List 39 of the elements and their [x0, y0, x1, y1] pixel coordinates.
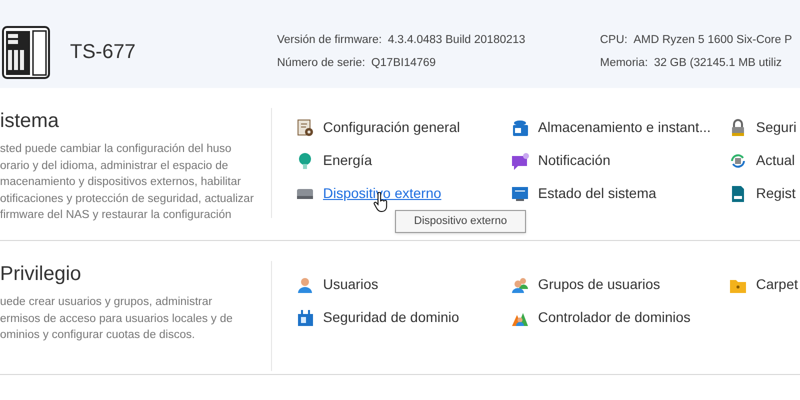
settings-link[interactable]: Grupos de usuarios	[538, 274, 660, 295]
info-label: Versión de firmware:	[277, 32, 382, 48]
settings-link[interactable]: Actual	[756, 150, 795, 171]
user-group-icon	[511, 276, 529, 294]
device-model: TS-677	[70, 40, 137, 65]
gear-document-icon	[296, 118, 314, 136]
settings-link[interactable]: Controlador de dominios	[538, 307, 691, 328]
settings-link[interactable]: Carpet	[756, 274, 798, 295]
settings-link[interactable]: Seguri	[756, 117, 796, 138]
log-file-icon	[729, 184, 747, 202]
settings-link[interactable]: Usuarios	[323, 274, 378, 295]
settings-link[interactable]: Dispositivo externo	[323, 183, 442, 204]
info-value: AMD Ryzen 5 1600 Six-Core P	[633, 32, 792, 48]
info-value: 32 GB (32145.1 MB utiliz	[654, 56, 782, 71]
info-label: CPU:	[600, 32, 628, 48]
info-value: 4.3.4.0483 Build 20180213	[388, 32, 526, 48]
settings-link[interactable]: Notificación	[538, 150, 610, 171]
lock-icon	[729, 118, 747, 136]
section-description: uede crear usuarios y grupos, administrar ermisos de acceso para usuarios locales y de ominios y configurar cuotas de discos.	[0, 295, 234, 343]
lightbulb-icon	[296, 152, 314, 170]
settings-link[interactable]: Regist	[756, 183, 796, 204]
settings-link[interactable]: Configuración general	[323, 117, 460, 138]
monitor-icon	[511, 184, 529, 202]
section-description: sted puede cambiar la configuración del huso orario y del idioma, administrar el espacio de macenamiento y dispositivos externos, habilitar otificaciones y protección de seguridad, actualizar firmware del NAS y restaurar la configuración	[0, 142, 255, 223]
refresh-icon	[729, 152, 747, 170]
tooltip: Dispositivo externo	[395, 210, 526, 232]
domain-security-icon	[296, 308, 314, 326]
info-value: Q17BI14769	[371, 56, 436, 71]
info-label: Memoria:	[600, 56, 648, 71]
settings-link[interactable]: Almacenamiento e instant...	[538, 117, 711, 138]
settings-link[interactable]: Energía	[323, 150, 372, 171]
section-title: Privilegio	[0, 262, 82, 287]
user-icon	[296, 276, 314, 294]
settings-link[interactable]: Estado del sistema	[538, 183, 656, 204]
storage-icon	[511, 118, 529, 136]
section-title: istema	[0, 109, 60, 134]
info-label: Número de serie:	[277, 56, 366, 71]
speech-bubble-icon	[511, 152, 529, 170]
settings-link[interactable]: Seguridad de dominio	[323, 307, 460, 328]
